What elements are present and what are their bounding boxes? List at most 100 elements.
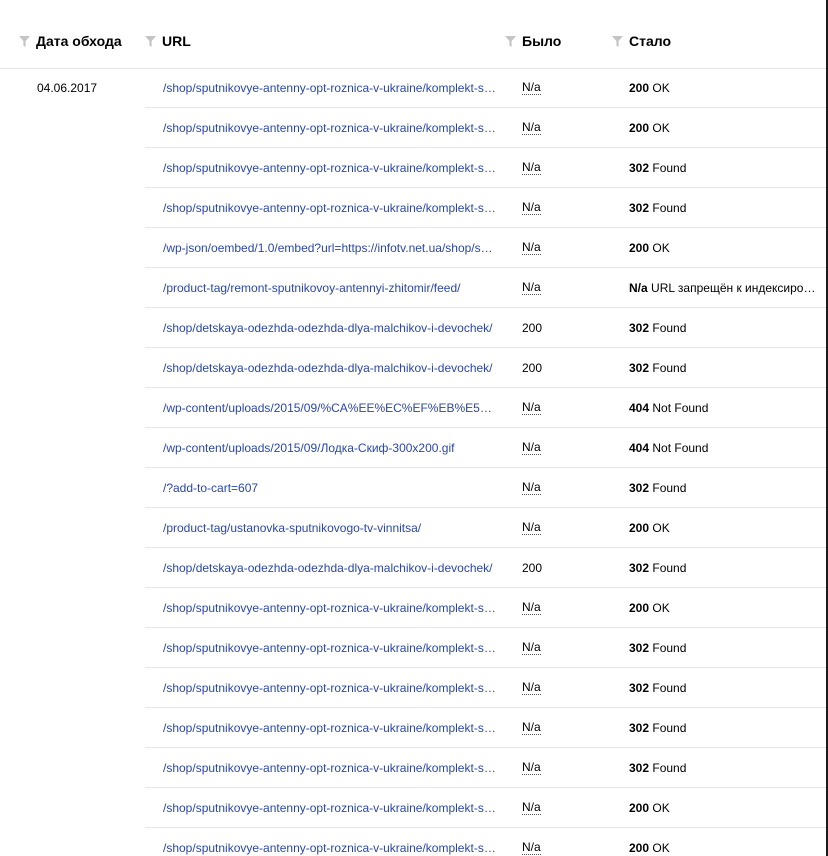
row-now-status: 302 Found — [629, 321, 819, 335]
column-header-was[interactable]: Было — [505, 33, 561, 49]
row-now-status: 302 Found — [629, 561, 819, 575]
row-now-status-text: OK — [652, 601, 670, 615]
row-now-status: 404 Not Found — [629, 401, 819, 415]
row-was-status[interactable]: N/a — [522, 201, 541, 215]
row-url-link[interactable]: /shop/sputnikovye-antenny-opt-roznica-v-… — [163, 161, 499, 175]
row-now-status-text: Found — [652, 681, 687, 695]
filter-funnel-icon[interactable] — [145, 35, 156, 47]
row-now-status-code: 200 — [629, 121, 650, 135]
table-row: /shop/sputnikovye-antenny-opt-roznica-v-… — [145, 68, 826, 108]
row-url-link[interactable]: /shop/sputnikovye-antenny-opt-roznica-v-… — [163, 721, 499, 735]
row-now-status-text: Found — [652, 201, 687, 215]
row-now-status-code: 302 — [629, 161, 650, 175]
row-now-status-text: OK — [652, 521, 670, 535]
row-now-status-text: URL запрещён к индексированию — [651, 281, 819, 295]
row-was-status[interactable]: N/a — [522, 161, 541, 175]
row-url-link[interactable]: /shop/sputnikovye-antenny-opt-roznica-v-… — [163, 121, 499, 135]
column-header-now-label: Стало — [629, 33, 672, 49]
filter-funnel-icon[interactable] — [505, 35, 516, 47]
row-url-link[interactable]: /wp-json/oembed/1.0/embed?url=https://in… — [163, 241, 499, 255]
row-url-link[interactable]: /product-tag/ustanovka-sputnikovogo-tv-v… — [163, 521, 499, 535]
table-row: /shop/sputnikovye-antenny-opt-roznica-v-… — [145, 628, 826, 668]
column-header-was-label: Было — [522, 33, 562, 49]
column-header-url-label: URL — [162, 33, 191, 49]
row-now-status-text: Found — [652, 761, 687, 775]
row-now-status: 200 OK — [629, 521, 819, 535]
row-now-status-code: 200 — [629, 841, 650, 855]
row-url-link[interactable]: /shop/sputnikovye-antenny-opt-roznica-v-… — [163, 641, 499, 655]
row-now-status: 302 Found — [629, 161, 819, 175]
row-url-link[interactable]: /wp-content/uploads/2015/09/Лодка-Скиф-3… — [163, 441, 499, 455]
row-url-link[interactable]: /shop/sputnikovye-antenny-opt-roznica-v-… — [163, 201, 499, 215]
table-row: /shop/sputnikovye-antenny-opt-roznica-v-… — [145, 708, 826, 748]
row-was-status[interactable]: N/a — [522, 121, 541, 135]
row-now-status-text: Found — [652, 561, 687, 575]
row-now-status-code: N/a — [629, 281, 648, 295]
row-was-status[interactable]: N/a — [522, 241, 541, 255]
row-now-status-text: OK — [652, 801, 670, 815]
filter-funnel-icon[interactable] — [612, 35, 623, 47]
table-row: /wp-content/uploads/2015/09/Лодка-Скиф-3… — [145, 428, 826, 468]
row-was-status[interactable]: N/a — [522, 641, 541, 655]
row-url-link[interactable]: /?add-to-cart=607 — [163, 481, 499, 495]
row-was-status[interactable]: N/a — [522, 801, 541, 815]
row-url-link[interactable]: /shop/detskaya-odezhda-odezhda-dlya-malc… — [163, 361, 499, 375]
table-row: /shop/sputnikovye-antenny-opt-roznica-v-… — [145, 788, 826, 828]
row-was-status[interactable]: N/a — [522, 601, 541, 615]
row-url-link[interactable]: /shop/sputnikovye-antenny-opt-roznica-v-… — [163, 801, 499, 815]
table-row: /shop/sputnikovye-antenny-opt-roznica-v-… — [145, 108, 826, 148]
row-now-status-text: OK — [652, 241, 670, 255]
row-now-status-code: 200 — [629, 601, 650, 615]
table-row: /wp-content/uploads/2015/09/%CA%EE%EC%EF… — [145, 388, 826, 428]
row-now-status: 302 Found — [629, 201, 819, 215]
row-was-status[interactable]: N/a — [522, 441, 541, 455]
filter-funnel-icon[interactable] — [19, 35, 30, 47]
column-header-now[interactable]: Стало — [612, 33, 671, 49]
row-was-status[interactable]: N/a — [522, 721, 541, 735]
table-row: /shop/sputnikovye-antenny-opt-roznica-v-… — [145, 668, 826, 708]
row-was-status[interactable]: N/a — [522, 401, 541, 415]
table-row: /shop/sputnikovye-antenny-opt-roznica-v-… — [145, 828, 826, 856]
row-url-link[interactable]: /shop/detskaya-odezhda-odezhda-dlya-malc… — [163, 561, 499, 575]
row-was-status[interactable]: N/a — [522, 521, 541, 535]
row-now-status: 302 Found — [629, 481, 819, 495]
row-now-status: 200 OK — [629, 801, 819, 815]
row-now-status-text: Found — [652, 481, 687, 495]
row-url-link[interactable]: /shop/detskaya-odezhda-odezhda-dlya-malc… — [163, 321, 499, 335]
row-url-link[interactable]: /shop/sputnikovye-antenny-opt-roznica-v-… — [163, 681, 499, 695]
crawl-changes-table: Дата обхода URL Было Стало 04.06.2017 /s… — [0, 0, 828, 856]
row-was-status[interactable]: N/a — [522, 681, 541, 695]
table-row: /shop/detskaya-odezhda-odezhda-dlya-malc… — [145, 348, 826, 388]
row-was-status[interactable]: N/a — [522, 81, 541, 95]
table-row: /?add-to-cart=607 N/a 302 Found — [145, 468, 826, 508]
row-was-status[interactable]: N/a — [522, 761, 541, 775]
column-header-url[interactable]: URL — [145, 33, 191, 49]
row-now-status-code: 302 — [629, 321, 650, 335]
row-url-link[interactable]: /wp-content/uploads/2015/09/%CA%EE%EC%EF… — [163, 401, 499, 415]
row-now-status-code: 200 — [629, 81, 650, 95]
row-now-status-text: Found — [652, 721, 687, 735]
row-was-status[interactable]: N/a — [522, 281, 541, 295]
row-now-status-code: 404 — [629, 401, 650, 415]
row-was-status[interactable]: N/a — [522, 481, 541, 495]
row-now-status-text: Not Found — [652, 441, 709, 455]
crawl-date: 04.06.2017 — [37, 81, 98, 95]
row-now-status: 200 OK — [629, 841, 819, 855]
row-now-status-text: OK — [652, 81, 670, 95]
table-row: /shop/sputnikovye-antenny-opt-roznica-v-… — [145, 188, 826, 228]
row-now-status-text: OK — [652, 121, 670, 135]
row-url-link[interactable]: /shop/sputnikovye-antenny-opt-roznica-v-… — [163, 81, 499, 95]
row-url-link[interactable]: /shop/sputnikovye-antenny-opt-roznica-v-… — [163, 761, 499, 775]
row-url-link[interactable]: /shop/sputnikovye-antenny-opt-roznica-v-… — [163, 601, 499, 615]
column-header-date[interactable]: Дата обхода — [19, 33, 122, 49]
row-now-status: 200 OK — [629, 241, 819, 255]
row-was-status[interactable]: N/a — [522, 841, 541, 855]
row-now-status-text: OK — [652, 841, 670, 855]
table-body: /shop/sputnikovye-antenny-opt-roznica-v-… — [145, 68, 826, 856]
row-now-status: 200 OK — [629, 121, 819, 135]
row-was-status: 200 — [522, 361, 543, 375]
table-row: /wp-json/oembed/1.0/embed?url=https://in… — [145, 228, 826, 268]
row-url-link[interactable]: /shop/sputnikovye-antenny-opt-roznica-v-… — [163, 841, 499, 855]
row-now-status: N/a URL запрещён к индексированию — [629, 281, 819, 295]
row-url-link[interactable]: /product-tag/remont-sputnikovoy-antennyi… — [163, 281, 499, 295]
